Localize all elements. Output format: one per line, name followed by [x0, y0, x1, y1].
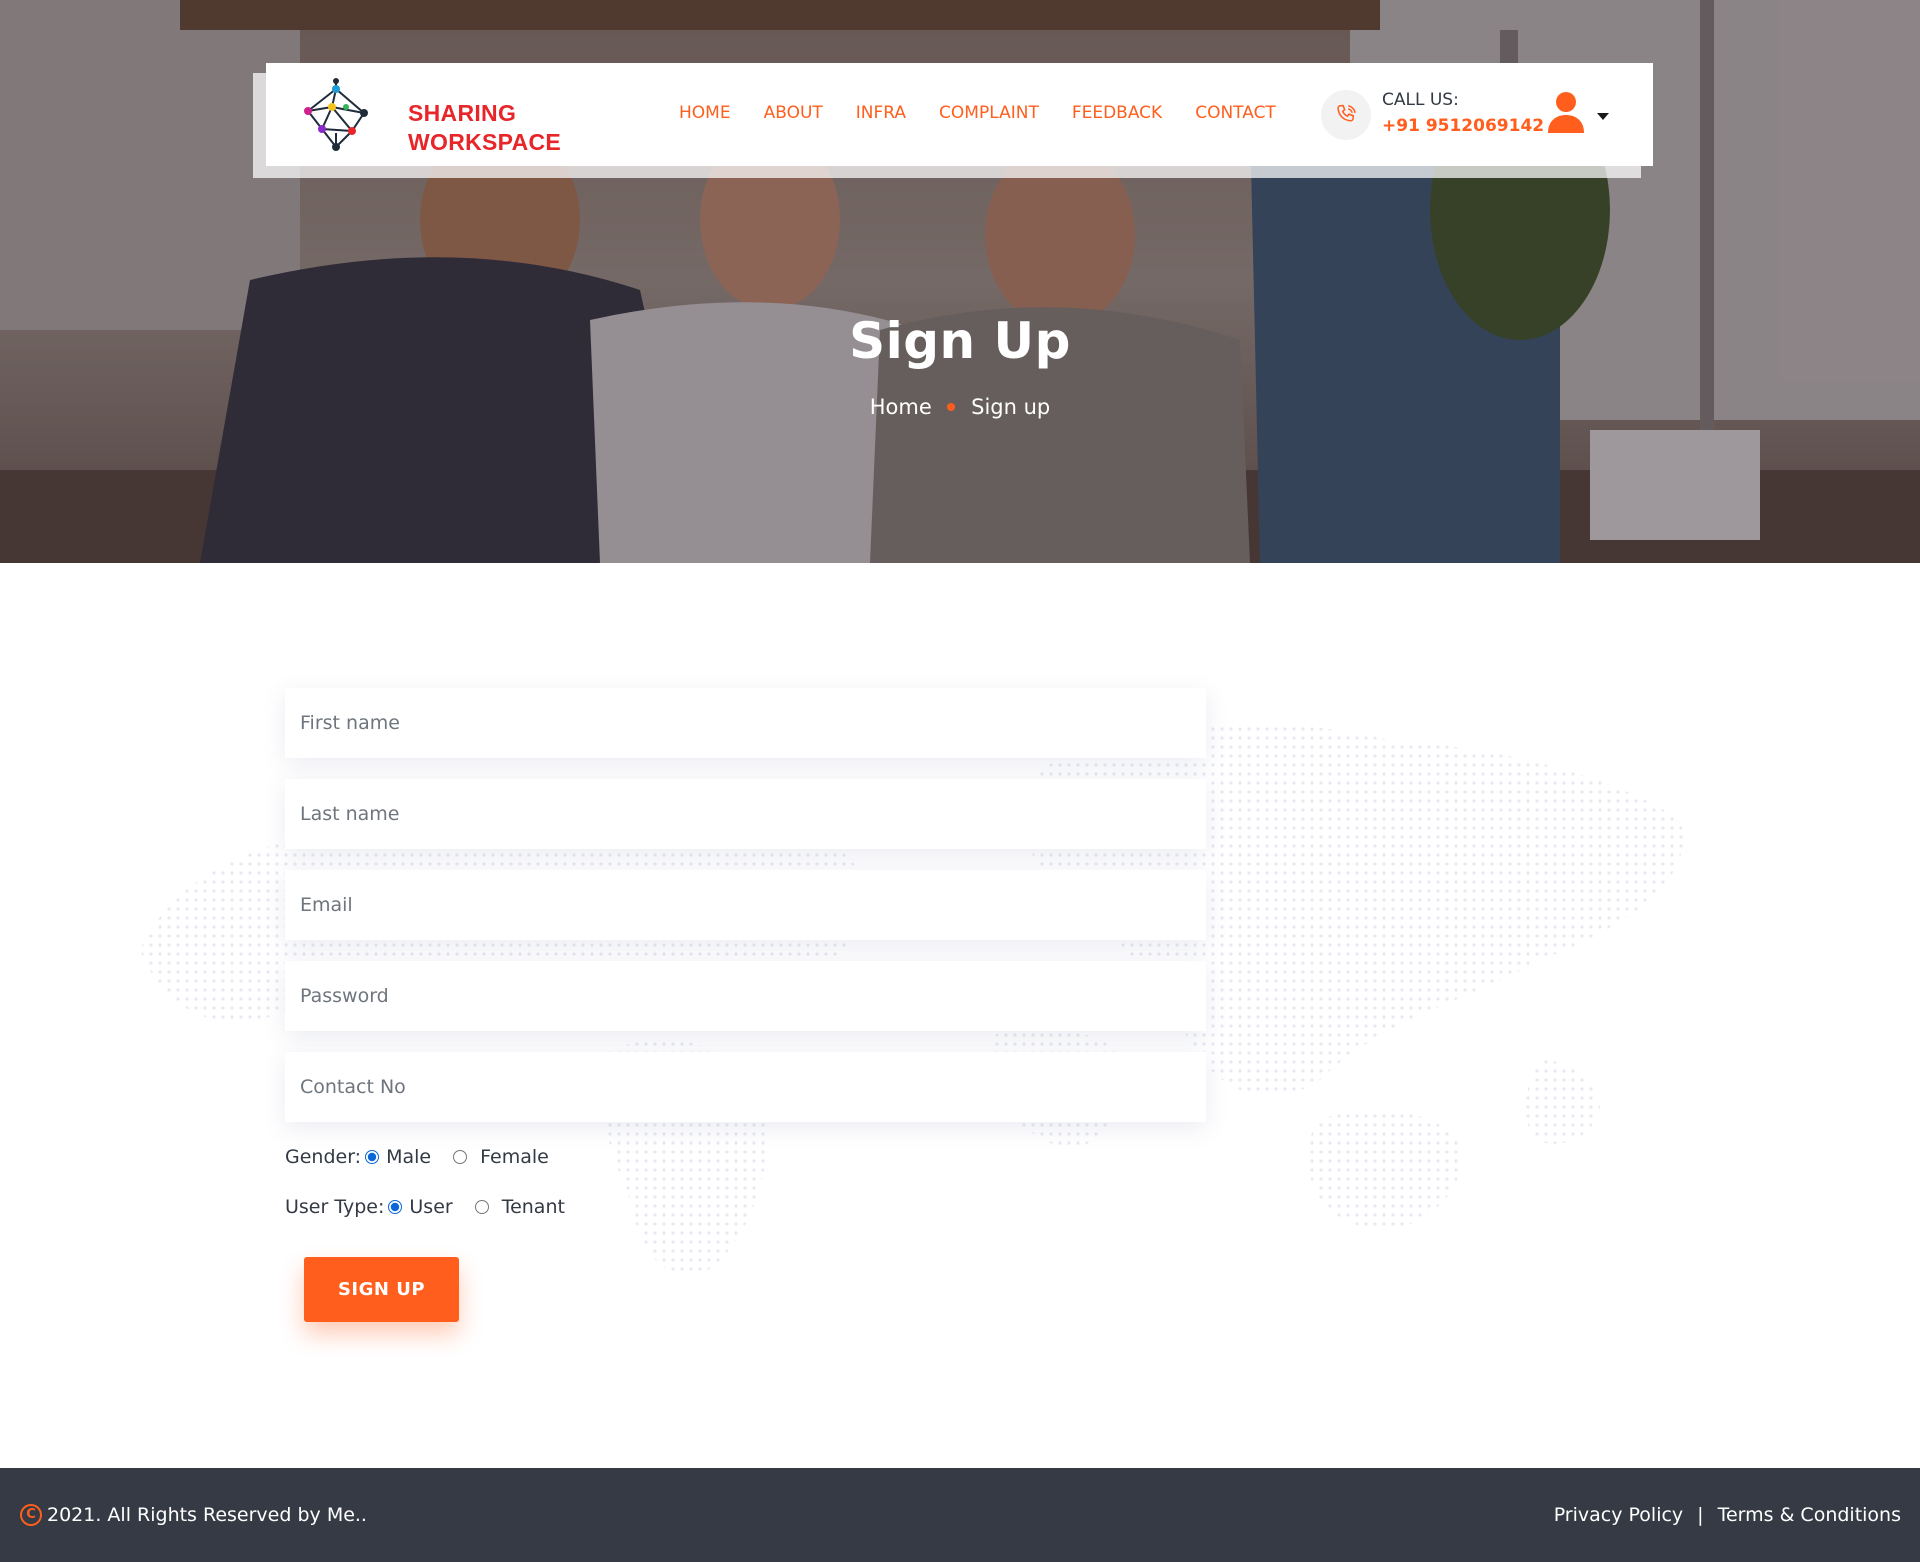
- copyright: C 2021. All Rights Reserved by Me..: [20, 1504, 367, 1526]
- user-icon: [1548, 92, 1584, 133]
- logo-line-2: WORKSPACE: [408, 129, 562, 155]
- gender-female-label: Female: [480, 1146, 549, 1168]
- gender-female-radio[interactable]: [453, 1150, 468, 1164]
- caret-down-icon: [1597, 113, 1609, 120]
- call-icon-circle: [1321, 90, 1371, 140]
- gender-radio-group: Gender: Male Female: [285, 1146, 549, 1168]
- network-logo-icon: [304, 78, 368, 151]
- footer-links: Privacy Policy | Terms & Conditions: [1554, 1504, 1901, 1526]
- footer-link-separator: |: [1697, 1504, 1704, 1526]
- user-type-option-tenant[interactable]: Tenant: [471, 1196, 565, 1218]
- nav-contact[interactable]: CONTACT: [1195, 103, 1276, 123]
- nav-about[interactable]: ABOUT: [764, 103, 823, 123]
- gender-male-radio[interactable]: [365, 1150, 380, 1164]
- copyright-icon: C: [20, 1504, 42, 1526]
- nav-infra[interactable]: INFRA: [856, 103, 906, 123]
- page-title: Sign Up: [849, 312, 1071, 370]
- user-type-user-radio[interactable]: [388, 1200, 403, 1214]
- breadcrumb-separator-dot: [947, 403, 956, 411]
- last-name-input[interactable]: [285, 779, 1206, 849]
- breadcrumb-current: Sign up: [971, 395, 1051, 419]
- breadcrumb-home-link[interactable]: Home: [870, 395, 932, 419]
- gender-male-label: Male: [386, 1146, 432, 1168]
- footer: C 2021. All Rights Reserved by Me.. Priv…: [0, 1468, 1920, 1562]
- first-name-input[interactable]: [285, 688, 1206, 758]
- gender-option-female[interactable]: Female: [449, 1146, 549, 1168]
- gender-option-male[interactable]: Male: [361, 1146, 431, 1168]
- email-input[interactable]: [285, 870, 1206, 940]
- user-type-tenant-label: Tenant: [501, 1196, 565, 1218]
- nav-feedback[interactable]: FEEDBACK: [1072, 103, 1162, 123]
- copyright-text: 2021. All Rights Reserved by Me..: [47, 1504, 367, 1526]
- call-number-link[interactable]: +91 9512069142: [1382, 116, 1544, 136]
- phone-icon: [1337, 104, 1356, 122]
- user-type-label: User Type:: [285, 1196, 385, 1218]
- privacy-policy-link[interactable]: Privacy Policy: [1554, 1504, 1683, 1526]
- logo-line-1: SHARING: [408, 100, 517, 126]
- call-label: CALL US:: [1382, 90, 1459, 110]
- password-input[interactable]: [285, 961, 1206, 1031]
- signup-form: [285, 688, 1206, 1143]
- site-logo[interactable]: SHARING WORKSPACE: [296, 77, 561, 155]
- nav-home[interactable]: HOME: [679, 103, 731, 123]
- nav-complaint[interactable]: COMPLAINT: [939, 103, 1039, 123]
- logo-text: SHARING WORKSPACE: [408, 99, 561, 157]
- breadcrumb: Home Sign up: [0, 394, 1920, 419]
- contact-number-input[interactable]: [285, 1052, 1206, 1122]
- user-menu-button[interactable]: [1548, 91, 1616, 137]
- user-type-radio-group: User Type: User Tenant: [285, 1196, 565, 1218]
- user-type-tenant-radio[interactable]: [474, 1200, 489, 1214]
- gender-label: Gender:: [285, 1146, 362, 1168]
- navbar: SHARING WORKSPACE HOME ABOUT INFRA COMPL…: [266, 63, 1653, 166]
- main-nav: HOME ABOUT INFRA COMPLAINT FEEDBACK CONT…: [679, 103, 1276, 123]
- terms-conditions-link[interactable]: Terms & Conditions: [1718, 1504, 1901, 1526]
- user-type-option-user[interactable]: User: [384, 1196, 453, 1218]
- sign-up-button[interactable]: SIGN UP: [304, 1257, 459, 1322]
- user-type-user-label: User: [409, 1196, 453, 1218]
